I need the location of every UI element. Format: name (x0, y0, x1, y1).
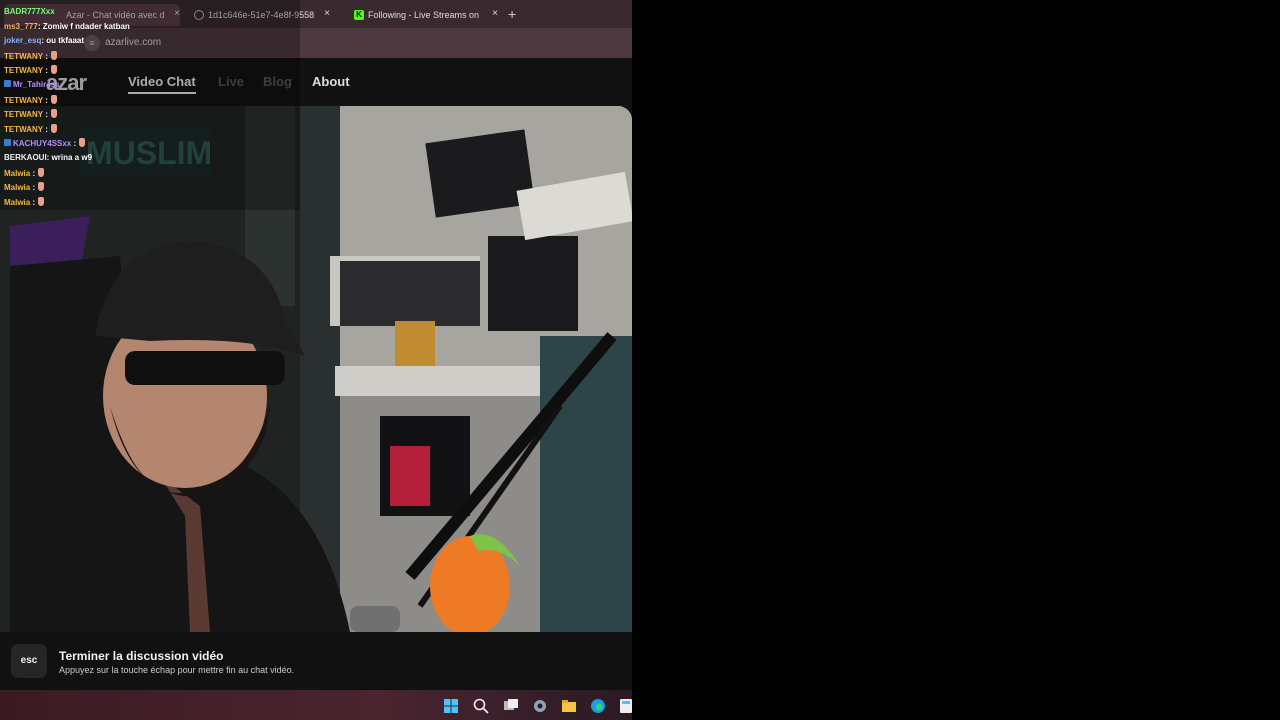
end-chat-hint: esc Terminer la discussion vidéo Appuyez… (0, 632, 632, 690)
chat-message: TETWANY : (4, 50, 57, 62)
emote-icon (50, 123, 57, 133)
chat-text: : (42, 110, 48, 120)
chat-message: BERKAOUI: wrina a w9 (4, 153, 92, 163)
chat-username[interactable]: Malwia (4, 183, 30, 192)
edge-icon[interactable] (590, 698, 606, 714)
chat-text: : (30, 168, 36, 178)
search-icon[interactable] (473, 698, 489, 714)
chat-username[interactable]: TETWANY (4, 110, 43, 119)
chat-text: : (42, 66, 48, 76)
emote-icon (50, 109, 57, 119)
tab-title: Following - Live Streams on Kick (368, 10, 482, 20)
chat-username[interactable]: TETWANY (4, 96, 43, 105)
new-tab-button[interactable]: + (508, 6, 516, 22)
chat-text: : (30, 197, 36, 207)
chat-username[interactable]: BADR777Xxx (4, 7, 55, 16)
hint-subtitle: Appuyez sur la touche échap pour mettre … (59, 665, 295, 675)
chat-message: Malwia : (4, 167, 45, 179)
chat-text: : (42, 95, 48, 105)
chat-text: : wrina a w9 (46, 153, 93, 162)
emote-icon (79, 138, 86, 148)
chat-text: : (30, 183, 36, 193)
chat-message: Mr_Tahir4ss (4, 80, 60, 90)
chat-text: : (42, 51, 48, 61)
hint-title: Terminer la discussion vidéo (59, 649, 224, 663)
emote-icon (50, 94, 57, 104)
chat-username[interactable]: TETWANY (4, 66, 43, 75)
tab-kick[interactable]: K Following - Live Streams on Kick × (350, 4, 498, 26)
chat-username[interactable]: KACHUY4SSxx (13, 139, 71, 148)
chat-text: : (71, 139, 77, 149)
tab-close-icon[interactable]: × (492, 8, 498, 19)
chat-message: TETWANY : (4, 109, 57, 120)
emote-icon (38, 182, 45, 192)
subscriber-badge-icon (4, 80, 11, 87)
emote-icon (50, 50, 57, 60)
emote-icon (38, 167, 45, 177)
chat-username[interactable]: joker_esq (4, 36, 41, 45)
chat-message: ms3_777: Zomiw f ndader katban (4, 22, 130, 32)
chat-text: : ou tkfaaat (41, 36, 85, 46)
chat-message: Malwia : (4, 196, 45, 208)
chat-username[interactable]: Mr_Tahir4ss (13, 80, 60, 89)
task-view-icon[interactable] (503, 698, 519, 714)
chat-message: TETWANY : (4, 94, 57, 106)
chat-message: BADR777Xxx (4, 7, 55, 17)
chat-username[interactable]: BERKAOUI (4, 153, 47, 162)
chat-message: Malwia : (4, 182, 45, 193)
subscriber-badge-icon (4, 139, 11, 147)
chat-message: KACHUY4SSxx : (4, 138, 86, 149)
chat-text: : Zomiw f ndader katban (37, 21, 130, 31)
chat-text: : (42, 124, 48, 134)
calculator-icon[interactable] (618, 698, 632, 714)
chat-username[interactable]: ms3_777 (4, 22, 38, 31)
chat-message: TETWANY : (4, 123, 57, 135)
kick-icon: K (354, 10, 364, 20)
emote-icon (38, 196, 45, 206)
chat-message: joker_esq: ou tkfaaat (4, 36, 84, 46)
chat-message: TETWANY : (4, 65, 57, 76)
stream-chat-overlay: BADR777Xxx ms3_777: Zomiw f ndader katban… (0, 0, 300, 210)
tab-close-icon[interactable]: × (324, 8, 330, 19)
file-explorer-icon[interactable] (561, 698, 577, 714)
settings-icon[interactable] (532, 698, 548, 714)
chat-username[interactable]: Malwia (4, 198, 30, 207)
empty-black-area (632, 0, 1280, 720)
windows-start-icon[interactable] (443, 698, 459, 714)
chat-username[interactable]: TETWANY (4, 52, 43, 61)
esc-key-button[interactable]: esc (11, 644, 47, 678)
emote-icon (50, 65, 57, 75)
screen-capture: Azar - Chat vidéo avec de nou × 1d1c646e… (0, 0, 632, 720)
chat-username[interactable]: TETWANY (4, 125, 43, 134)
windows-taskbar (0, 690, 632, 720)
nav-about[interactable]: About (312, 74, 350, 89)
chat-username[interactable]: Malwia (4, 169, 30, 178)
